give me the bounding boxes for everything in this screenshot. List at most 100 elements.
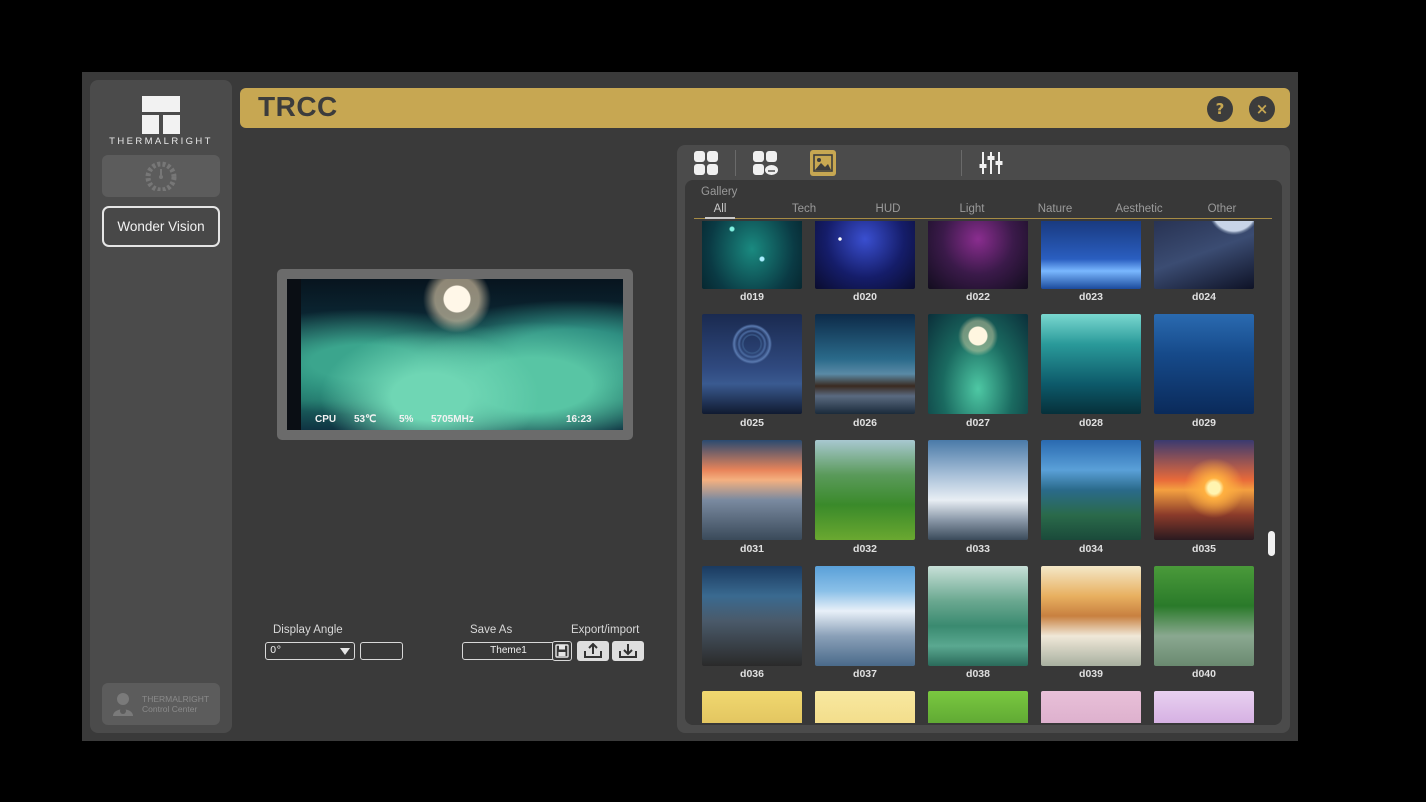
tab-aesthetic[interactable]: Aesthetic <box>1115 203 1162 215</box>
preview-image <box>301 279 623 430</box>
gallery-thumb[interactable] <box>702 221 802 289</box>
gallery-thumb[interactable] <box>928 440 1028 540</box>
export-button[interactable] <box>577 641 609 661</box>
gallery-thumb[interactable] <box>815 440 915 540</box>
preview-screen: CPU 53℃ 5% 5705MHz 16:23 <box>287 279 623 430</box>
gallery-thumb[interactable] <box>1154 566 1254 666</box>
thumb-caption: d019 <box>740 291 764 303</box>
thumb-caption: d033 <box>966 543 990 555</box>
thumb-caption: d031 <box>740 543 764 555</box>
stat-temperature: 53℃ <box>354 414 377 425</box>
gallery-grid: d019 d020 d022 d023 d024 d025 d026 d027 … <box>685 221 1282 723</box>
chevron-down-icon <box>340 648 350 655</box>
control-center-button[interactable]: THERMALRIGHT Control Center <box>102 683 220 725</box>
gauge-icon <box>145 161 177 191</box>
tab-divider <box>694 218 1272 219</box>
sidebar-item-dashboard[interactable] <box>102 155 220 197</box>
thumb-caption: d020 <box>853 291 877 303</box>
theme-name-field[interactable]: Theme1 <box>462 642 555 660</box>
lcd-preview: CPU 53℃ 5% 5705MHz 16:23 <box>277 269 633 440</box>
tab-other[interactable]: Other <box>1208 203 1237 215</box>
thumb-caption: d032 <box>853 543 877 555</box>
stat-time: 16:23 <box>566 414 592 425</box>
gallery-thumb[interactable] <box>1041 440 1141 540</box>
gallery-thumb[interactable] <box>1041 221 1141 289</box>
close-icon[interactable]: × <box>1249 96 1275 122</box>
gallery-thumb[interactable] <box>702 314 802 414</box>
tab-light[interactable]: Light <box>960 203 985 215</box>
gallery-thumb[interactable] <box>1154 221 1254 289</box>
gallery-scrollbar[interactable] <box>1268 531 1275 556</box>
export-import-label: Export/import <box>571 624 640 636</box>
gallery-thumb[interactable] <box>1041 566 1141 666</box>
angle-extra-input[interactable] <box>360 642 403 660</box>
gallery-image-icon[interactable] <box>810 150 836 176</box>
save-button[interactable] <box>552 641 572 661</box>
thermalright-logo: THERMALRIGHT <box>90 88 232 147</box>
tab-hud[interactable]: HUD <box>876 203 901 215</box>
gallery-thumb[interactable] <box>1154 440 1254 540</box>
tab-tech[interactable]: Tech <box>792 203 816 215</box>
display-angle-select[interactable]: 0° <box>265 642 355 660</box>
stat-cpu-label: CPU <box>315 414 337 425</box>
gallery-title: Gallery <box>701 186 738 198</box>
thumb-caption: d028 <box>1079 417 1103 429</box>
thumb-caption: d026 <box>853 417 877 429</box>
grid-icon[interactable] <box>693 150 719 176</box>
title-bar: TRCC ? × <box>240 88 1290 128</box>
gallery-thumb[interactable] <box>702 691 802 723</box>
control-center-label: THERMALRIGHT Control Center <box>142 694 210 714</box>
gallery-thumb[interactable] <box>928 691 1028 723</box>
gallery-thumb[interactable] <box>815 314 915 414</box>
gallery-panel: Gallery All Tech HUD Light Nature Aesthe… <box>677 145 1290 733</box>
preview-stats: CPU 53℃ 5% 5705MHz 16:23 <box>315 414 605 428</box>
stat-usage: 5% <box>399 414 414 425</box>
thumb-caption: d037 <box>853 668 877 680</box>
cloud-grid-icon[interactable] <box>752 150 778 176</box>
gallery-thumb[interactable] <box>1154 691 1254 723</box>
thumb-caption: d039 <box>1079 668 1103 680</box>
thumb-caption: d029 <box>1192 417 1216 429</box>
sidebar: THERMALRIGHT Wonder Vision THERMALRIGHT … <box>90 80 232 733</box>
gallery-thumb[interactable] <box>815 691 915 723</box>
import-button[interactable] <box>612 641 644 661</box>
sidebar-item-wonder-vision[interactable]: Wonder Vision <box>102 206 220 247</box>
thumb-caption: d036 <box>740 668 764 680</box>
thumb-caption: d025 <box>740 417 764 429</box>
app-title: TRCC <box>258 91 338 122</box>
app-window: THERMALRIGHT Wonder Vision THERMALRIGHT … <box>82 72 1298 741</box>
user-icon <box>113 693 133 716</box>
gallery-thumb[interactable] <box>815 221 915 289</box>
thumb-caption: d040 <box>1192 668 1216 680</box>
save-as-label: Save As <box>470 624 513 636</box>
gallery-thumb[interactable] <box>1154 314 1254 414</box>
gallery-thumb[interactable] <box>928 566 1028 666</box>
gallery-thumb[interactable] <box>1041 691 1141 723</box>
gallery-thumb[interactable] <box>928 221 1028 289</box>
import-icon <box>619 644 637 658</box>
thumb-caption: d023 <box>1079 291 1103 303</box>
active-tab-indicator <box>705 217 735 219</box>
export-icon <box>584 643 602 658</box>
help-icon[interactable]: ? <box>1207 96 1233 122</box>
tab-all[interactable]: All <box>714 203 727 215</box>
gallery-thumb[interactable] <box>702 566 802 666</box>
tab-nature[interactable]: Nature <box>1038 203 1073 215</box>
thumb-caption: d035 <box>1192 543 1216 555</box>
display-angle-value: 0° <box>270 645 282 656</box>
gallery-content: Gallery All Tech HUD Light Nature Aesthe… <box>685 180 1282 725</box>
display-angle-label: Display Angle <box>273 624 343 636</box>
gallery-thumb[interactable] <box>1041 314 1141 414</box>
thumb-caption: d022 <box>966 291 990 303</box>
stat-frequency: 5705MHz <box>431 414 474 425</box>
thumb-caption: d024 <box>1192 291 1216 303</box>
gallery-thumb[interactable] <box>815 566 915 666</box>
gallery-thumb[interactable] <box>702 440 802 540</box>
thumb-caption: d034 <box>1079 543 1103 555</box>
thumb-caption: d038 <box>966 668 990 680</box>
logo-mark <box>142 96 180 134</box>
adjust-sliders-icon[interactable] <box>978 150 1004 176</box>
logo-text: THERMALRIGHT <box>109 136 213 147</box>
gallery-thumb[interactable] <box>928 314 1028 414</box>
save-icon <box>555 644 569 658</box>
